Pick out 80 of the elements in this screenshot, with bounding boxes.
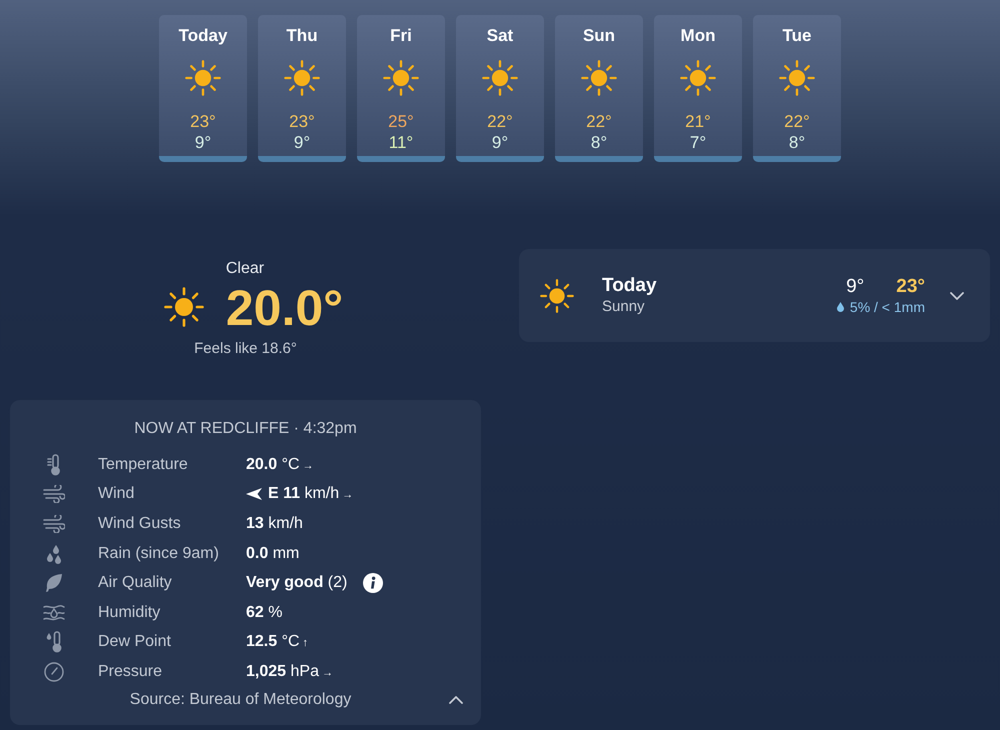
waves-drop-icon	[43, 604, 65, 622]
low-temperature: 8°	[788, 132, 806, 153]
day-label: Today	[178, 26, 228, 46]
forecast-day-card[interactable]: Thu 23° 9°	[258, 15, 346, 162]
day-label: Mon	[680, 26, 716, 46]
trend-arrow: →	[322, 666, 333, 680]
row-value: Very good (2)	[246, 573, 348, 594]
low-temperature: 9°	[846, 276, 864, 298]
forecast-day-card[interactable]: Sun 22° 8°	[555, 15, 643, 162]
today-forecast-card[interactable]: Today Sunny 9° 23° 5% / < 1mm	[519, 249, 990, 342]
sun-icon	[185, 60, 221, 96]
wind-icon	[43, 485, 65, 504]
low-temperature: 9°	[492, 132, 508, 153]
forecast-day-card[interactable]: Fri 25° 11°	[357, 15, 445, 162]
wind-icon	[43, 514, 65, 533]
day-label: Thu	[286, 26, 318, 46]
low-temperature: 7°	[690, 132, 706, 153]
row-value: E 11 km/h	[268, 484, 340, 504]
row-label: Rain (since 9am)	[98, 544, 220, 564]
row-value: 20.0 °C	[246, 454, 300, 475]
high-temperature: 22°	[586, 111, 612, 132]
sun-icon	[164, 287, 204, 327]
day-label: Sun	[582, 26, 616, 46]
leaf-icon	[45, 573, 63, 594]
feels-like-text: Feels like 18.6°	[194, 339, 297, 359]
row-value: 62 %	[246, 602, 282, 623]
high-temperature: 23°	[289, 111, 315, 132]
row-value: 1,025 hPa	[246, 662, 319, 682]
panel-title: NOW AT REDCLIFFE · 4:32pm	[134, 419, 357, 439]
trend-arrow: →	[302, 458, 314, 473]
low-temperature: 11°	[388, 132, 414, 153]
high-temperature: 22°	[487, 111, 513, 132]
rain-text: 5% / < 1mm	[850, 298, 925, 316]
high-temperature: 23°	[896, 276, 925, 298]
low-temperature: 9°	[294, 132, 310, 153]
sun-icon	[581, 60, 617, 96]
forecast-day-card[interactable]: Tue 22° 8°	[753, 15, 841, 162]
forecast-day-card[interactable]: Sat 22° 9°	[456, 15, 544, 162]
row-label: Wind Gusts	[98, 514, 182, 534]
row-label: Humidity	[98, 602, 162, 623]
thermometer-icon	[47, 454, 61, 476]
high-temperature: 25°	[388, 111, 414, 132]
trend-arrow: ↑	[302, 636, 308, 650]
low-temperature: 9°	[194, 132, 212, 153]
trend-arrow: →	[342, 488, 354, 502]
row-label: Wind	[98, 484, 136, 504]
source-text: Source: Bureau of Meteorology	[130, 690, 352, 710]
collapse-button[interactable]	[449, 696, 463, 704]
day-label: Fri	[390, 26, 412, 46]
sun-icon	[779, 60, 815, 96]
raindrops-icon	[46, 544, 62, 564]
forecast-day-card[interactable]: Mon 21° 7°	[654, 15, 742, 162]
sun-icon	[482, 60, 518, 96]
card-condition: Sunny	[602, 297, 646, 316]
row-label: Temperature	[98, 454, 189, 475]
chevron-down-icon[interactable]	[950, 292, 964, 300]
row-label: Air Quality	[98, 573, 173, 594]
low-temperature: 8°	[590, 132, 608, 153]
raindrop-icon	[836, 302, 844, 312]
sun-icon	[284, 60, 320, 96]
card-title: Today	[602, 275, 658, 297]
day-label: Sat	[486, 26, 514, 46]
drop-thermometer-icon	[46, 631, 62, 654]
row-value: 0.0 mm	[246, 544, 300, 564]
info-icon[interactable]	[363, 573, 384, 594]
high-temperature: 21°	[685, 111, 711, 132]
row-label: Dew Point	[98, 632, 172, 652]
sun-icon	[540, 278, 574, 312]
row-label: Pressure	[98, 662, 164, 682]
high-temperature: 23°	[190, 111, 216, 132]
current-temperature: 20.0°	[226, 281, 344, 335]
condition-label: Clear	[226, 259, 266, 279]
sun-icon	[383, 60, 419, 96]
high-temperature: 22°	[784, 111, 810, 132]
day-label: Tue	[782, 26, 812, 46]
sun-icon	[680, 60, 716, 96]
row-value: 12.5 °C	[246, 632, 300, 652]
forecast-day-card[interactable]: Today 23° 9°	[159, 15, 247, 162]
gauge-icon	[44, 662, 64, 682]
row-value: 13 km/h	[246, 514, 303, 534]
